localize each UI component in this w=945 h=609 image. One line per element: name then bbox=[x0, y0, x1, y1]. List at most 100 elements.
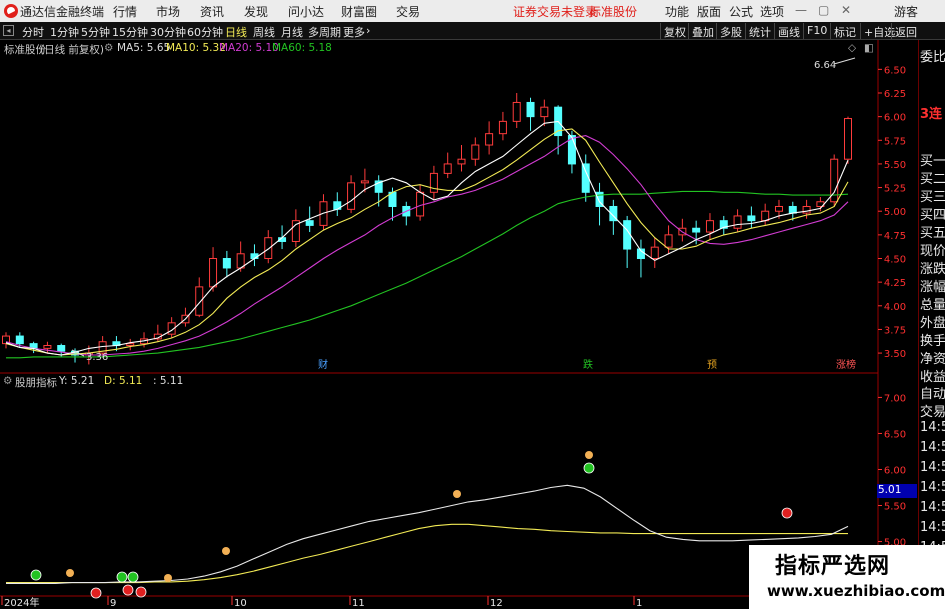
tab-weekly[interactable]: 周线 bbox=[253, 24, 275, 40]
signal-dot bbox=[122, 584, 134, 596]
price-tick-label: 4.75 bbox=[884, 231, 906, 242]
sidebar-item: 14:55 bbox=[920, 480, 945, 495]
candle-up bbox=[457, 158, 466, 165]
ind-tick-label: 5.50 bbox=[884, 502, 906, 513]
stats-button[interactable]: 统计 bbox=[745, 23, 774, 39]
title-bar: 通达信金融终端 行情 市场 资讯 发现 问小达 财富圈 交易 证券交易未登录 标… bbox=[0, 0, 945, 22]
menu-options[interactable]: 选项 bbox=[760, 3, 784, 20]
more-chevron-icon[interactable]: › bbox=[366, 24, 370, 37]
price-tick-label: 4.00 bbox=[884, 302, 906, 313]
menu-formula[interactable]: 公式 bbox=[729, 3, 753, 20]
candle-down bbox=[57, 345, 66, 352]
tab-60min[interactable]: 60分钟 bbox=[187, 24, 223, 40]
fq-button[interactable]: 复权 bbox=[660, 23, 689, 39]
maximize-icon[interactable]: ▢ bbox=[818, 3, 829, 17]
watermark-url: www.xuezhibiao.com bbox=[767, 582, 945, 600]
low-price-label: 3.36 bbox=[86, 352, 108, 363]
ind-tick-label: 7.00 bbox=[884, 393, 906, 404]
candle-up bbox=[498, 120, 507, 135]
f10-button[interactable]: F10 bbox=[803, 23, 830, 39]
menu-function[interactable]: 功能 bbox=[665, 3, 689, 20]
sidebar-item: 买三 bbox=[920, 190, 945, 205]
candle-up bbox=[471, 144, 480, 160]
diamond-icon[interactable]: ◇ bbox=[848, 42, 856, 54]
tab-multi-period[interactable]: 多周期 bbox=[308, 24, 341, 40]
tab-monthly[interactable]: 月线 bbox=[281, 24, 303, 40]
candle-down bbox=[305, 220, 314, 226]
date-label: 2024年 bbox=[4, 596, 39, 609]
hand-pointer-icon bbox=[66, 569, 74, 577]
candle-down bbox=[222, 258, 231, 269]
minimize-icon[interactable]: — bbox=[795, 3, 807, 17]
candle-up bbox=[650, 246, 659, 260]
menu-layout[interactable]: 版面 bbox=[697, 3, 721, 20]
ma20-label: MA20: 5.10 bbox=[219, 42, 279, 54]
signal-dot bbox=[781, 507, 793, 519]
ind-tick-label: 6.00 bbox=[884, 465, 906, 476]
candle-up bbox=[429, 172, 438, 193]
hand-pointer-icon bbox=[164, 574, 172, 582]
candle-down bbox=[15, 335, 24, 345]
sidebar-item: 14:55 bbox=[920, 460, 945, 475]
price-tick-label: 5.50 bbox=[884, 160, 906, 171]
price-tick-label: 3.50 bbox=[884, 349, 906, 360]
date-label: 1 bbox=[636, 598, 642, 609]
event-marker-3: 涨榜 bbox=[836, 358, 856, 371]
watermark: 指标严选网 www.xuezhibiao.com bbox=[749, 545, 945, 609]
sidebar-item: 自动 bbox=[920, 387, 945, 402]
mark-button[interactable]: 标记 bbox=[830, 23, 859, 39]
menu-market[interactable]: 市场 bbox=[156, 3, 180, 20]
stock-link[interactable]: 标准股份 bbox=[589, 3, 637, 20]
menu-quotes[interactable]: 行情 bbox=[113, 3, 137, 20]
candle-up bbox=[195, 286, 204, 316]
candle-up bbox=[209, 258, 218, 288]
hand-pointer-icon bbox=[585, 451, 593, 459]
menu-trade[interactable]: 交易 bbox=[396, 3, 420, 20]
panel-toggle-icon[interactable]: ◧ bbox=[864, 42, 874, 54]
ma5-line bbox=[5, 120, 849, 356]
tab-intraday[interactable]: 分时 bbox=[22, 24, 44, 40]
sidebar-item: 买五 bbox=[920, 226, 945, 241]
back-button[interactable]: 返回 bbox=[891, 23, 920, 39]
sidebar-item: 14:55 bbox=[920, 520, 945, 535]
overlay-button[interactable]: 叠加 bbox=[688, 23, 717, 39]
tab-30min[interactable]: 30分钟 bbox=[150, 24, 186, 40]
draw-button[interactable]: 画线 bbox=[774, 23, 803, 39]
guest-label[interactable]: 游客 bbox=[894, 3, 918, 20]
menu-wealth[interactable]: 财富圈 bbox=[341, 3, 377, 20]
indicator-d: D: 5.11 bbox=[104, 375, 143, 387]
tab-more[interactable]: 更多 bbox=[343, 24, 365, 40]
tab-15min[interactable]: 15分钟 bbox=[112, 24, 148, 40]
high-price-label: 6.64 bbox=[814, 60, 836, 71]
candle-up bbox=[443, 163, 452, 174]
sidebar-item: 3连 bbox=[920, 107, 943, 122]
tab-5min[interactable]: 5分钟 bbox=[81, 24, 110, 40]
candle-down bbox=[526, 101, 535, 118]
close-icon[interactable]: ✕ bbox=[841, 3, 851, 17]
date-label: 11 bbox=[352, 598, 365, 609]
candle-up bbox=[126, 343, 135, 347]
period-toolbar: ◂ 分时 1分钟 5分钟 15分钟 30分钟 60分钟 日线 周线 月线 多周期… bbox=[0, 22, 945, 40]
login-notice[interactable]: 证券交易未登录 bbox=[513, 3, 597, 20]
sidebar-item: 买二 bbox=[920, 172, 945, 187]
menu-ask[interactable]: 问小达 bbox=[288, 3, 324, 20]
indicator-y-line bbox=[6, 484, 849, 584]
menu-discover[interactable]: 发现 bbox=[244, 3, 268, 20]
multi-stock-button[interactable]: 多股 bbox=[716, 23, 745, 39]
indicator-gear-icon[interactable]: ⚙ bbox=[3, 375, 12, 387]
candle-up bbox=[264, 237, 273, 260]
collapse-icon[interactable]: ◂ bbox=[3, 25, 14, 36]
candle-down bbox=[623, 220, 632, 250]
tab-daily[interactable]: 日线 bbox=[225, 24, 247, 40]
price-tick-label: 5.75 bbox=[884, 136, 906, 147]
candle-up bbox=[43, 345, 52, 349]
tab-1min[interactable]: 1分钟 bbox=[50, 24, 79, 40]
sidebar-item: 外盘 bbox=[920, 316, 945, 331]
menu-news[interactable]: 资讯 bbox=[200, 3, 224, 20]
chart-area: 6.50 6.25 6.00 5.75 5.50 5.25 5.00 4.75 4.50 4.25… bbox=[0, 40, 906, 609]
sidebar-item: 总量 bbox=[920, 298, 945, 313]
candle-up bbox=[844, 118, 852, 160]
sidebar-item: 14:55 bbox=[920, 440, 945, 455]
settings-gear-icon[interactable]: ⚙ bbox=[104, 42, 113, 54]
indicator-y: Y: 5.21 bbox=[59, 375, 95, 387]
